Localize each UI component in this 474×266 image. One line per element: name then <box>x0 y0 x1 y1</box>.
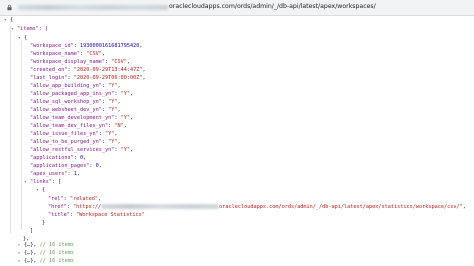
indent-guide <box>21 41 22 230</box>
json-row: "application_pages": 0, <box>30 163 102 169</box>
json-open-brace: ▾{ <box>4 17 14 25</box>
collapse-toggle-icon[interactable]: ▾ <box>36 187 42 195</box>
json-viewer: ▾{ ▾ "items": [ ▾{ "workspace_id": 193000… <box>0 15 474 264</box>
json-row: "allow_issue_files_yn": "Y", <box>30 131 118 137</box>
collapsed-item[interactable]: ▸ {…}, // 16 items <box>18 249 74 257</box>
json-row: "last_login": "2020-09-29T06:00:00Z", <box>30 75 146 81</box>
collapsed-item[interactable]: ▸ {…}, // 16 items <box>18 241 74 249</box>
json-row: "allow_sql_workshop_yn": "Y", <box>30 99 121 105</box>
collapsed-item[interactable]: ▸ {…}, // 16 items <box>18 257 74 265</box>
json-row: "applications": 0, <box>30 155 87 161</box>
json-row: "allow_packaged_app_ins_yn": "Y", <box>30 91 134 97</box>
json-links-open: ▾{ <box>36 187 46 195</box>
json-row: "created_on": "2020-09-29T13:44:47Z", <box>30 67 146 73</box>
json-row-href: "href": "https://oraclecloudapps.com/ord… <box>48 204 466 210</box>
json-row: "workspace_name": "CSV", <box>30 51 105 57</box>
lock-icon <box>7 4 12 11</box>
redacted-host <box>18 5 168 10</box>
address-bar[interactable]: oraclecloudapps.com/ords/admin/_/db-api/… <box>0 0 474 16</box>
json-row: "allow_to_be_purged_yn": "Y", <box>30 139 121 145</box>
json-item0-open: ▾{ <box>18 35 28 43</box>
indent-guide <box>10 26 11 233</box>
collapse-toggle-icon[interactable]: ▾ <box>4 17 10 25</box>
json-items-line: ▾ "items": [ <box>11 26 49 32</box>
href-link[interactable]: oraclecloudapps.com/ords/admin/_/db-api/… <box>219 204 463 210</box>
json-row: "title": "Workspace Statistics" <box>48 212 145 218</box>
json-row: "allow_websheet_dev_yn": "Y", <box>30 107 121 113</box>
json-row: "allow_team_development_yn": "Y", <box>30 115 134 121</box>
expand-toggle-icon[interactable]: ▸ <box>18 258 24 266</box>
collapse-toggle-icon[interactable]: ▾ <box>18 35 24 43</box>
url-text: oraclecloudapps.com/ords/admin/_/db-api/… <box>169 3 376 10</box>
json-row: "workspace_display_name": "CSV", <box>30 59 130 65</box>
json-close: } <box>42 220 46 226</box>
json-row: "allow_app_building_yn": "Y", <box>30 83 121 89</box>
json-row: "rel": "related", <box>48 196 102 202</box>
json-row: "workspace_id": 1930000161681795420, <box>30 43 143 49</box>
redacted-host <box>101 204 220 209</box>
json-close: ] <box>30 228 34 234</box>
json-row: ▾ "links": [ <box>24 179 62 185</box>
json-row: "allow_team_dev_files_yn": "N", <box>30 123 127 129</box>
json-row: "apex_users": 1, <box>30 171 80 177</box>
json-row: "allow_restful_services_yn": "Y", <box>30 147 134 153</box>
